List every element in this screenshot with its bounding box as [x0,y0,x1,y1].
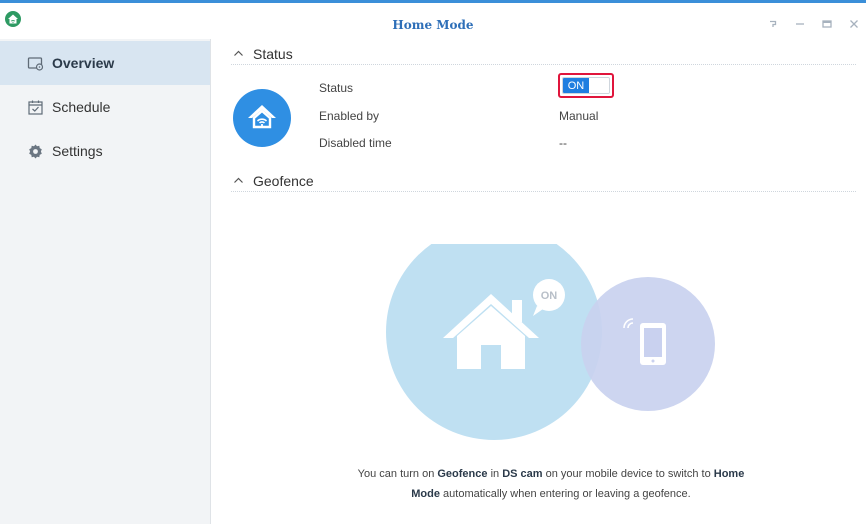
chevron-up-icon [233,48,245,60]
section-title: Geofence [253,172,314,189]
enabled-by-value: Manual [559,109,599,123]
geofence-keyword: Geofence [437,468,488,480]
status-section-header[interactable]: Status [231,43,856,65]
status-label: Status [319,81,354,95]
window-title: Home Mode [392,18,474,32]
sidebar-item-overview[interactable]: Overview [0,41,210,85]
home-mode-window: Home Mode Overview Schedule Settings Sta… [0,0,866,524]
toggle-on-label: ON [563,78,589,93]
sidebar-item-label: Schedule [52,99,111,115]
disabled-time-value: -- [559,136,567,150]
chevron-up-icon [233,175,245,187]
window-controls [765,16,862,32]
sidebar-item-schedule[interactable]: Schedule [0,85,210,129]
enabled-by-label: Enabled by [319,109,380,123]
home-mode-status-icon [233,89,291,147]
sidebar-item-label: Overview [52,55,115,71]
main-content: Status Status ON Enabled by Manual Disab… [211,39,866,524]
sidebar-item-settings[interactable]: Settings [0,129,210,173]
toggle-knob [589,78,609,93]
overview-icon [27,55,44,72]
calendar-icon [27,99,44,116]
geofence-illustration: ON [386,244,715,440]
geofence-info-text: You can turn on Geofence in DS cam on yo… [357,468,745,500]
gear-icon [27,143,44,160]
bubble-on-label: ON [541,290,558,302]
geofence-section-header[interactable]: Geofence [231,170,856,192]
close-icon[interactable] [846,16,862,32]
home-keyword: Home [713,468,745,480]
mobile-device-icon [640,323,666,365]
minimize-icon[interactable] [792,16,808,32]
disabled-time-label: Disabled time [319,136,392,150]
status-toggle[interactable]: ON [562,77,610,94]
section-title: Status [253,45,293,62]
maximize-icon[interactable] [819,16,835,32]
sidebar: Overview Schedule Settings [0,39,211,524]
mode-keyword: Mode [411,488,440,500]
sidebar-item-label: Settings [52,143,103,159]
ds-cam-keyword: DS cam [502,468,543,480]
title-bar[interactable]: Home Mode [0,6,866,39]
status-toggle-highlight: ON [558,73,614,98]
help-icon[interactable] [765,16,781,32]
home-mode-app-icon [5,11,21,27]
